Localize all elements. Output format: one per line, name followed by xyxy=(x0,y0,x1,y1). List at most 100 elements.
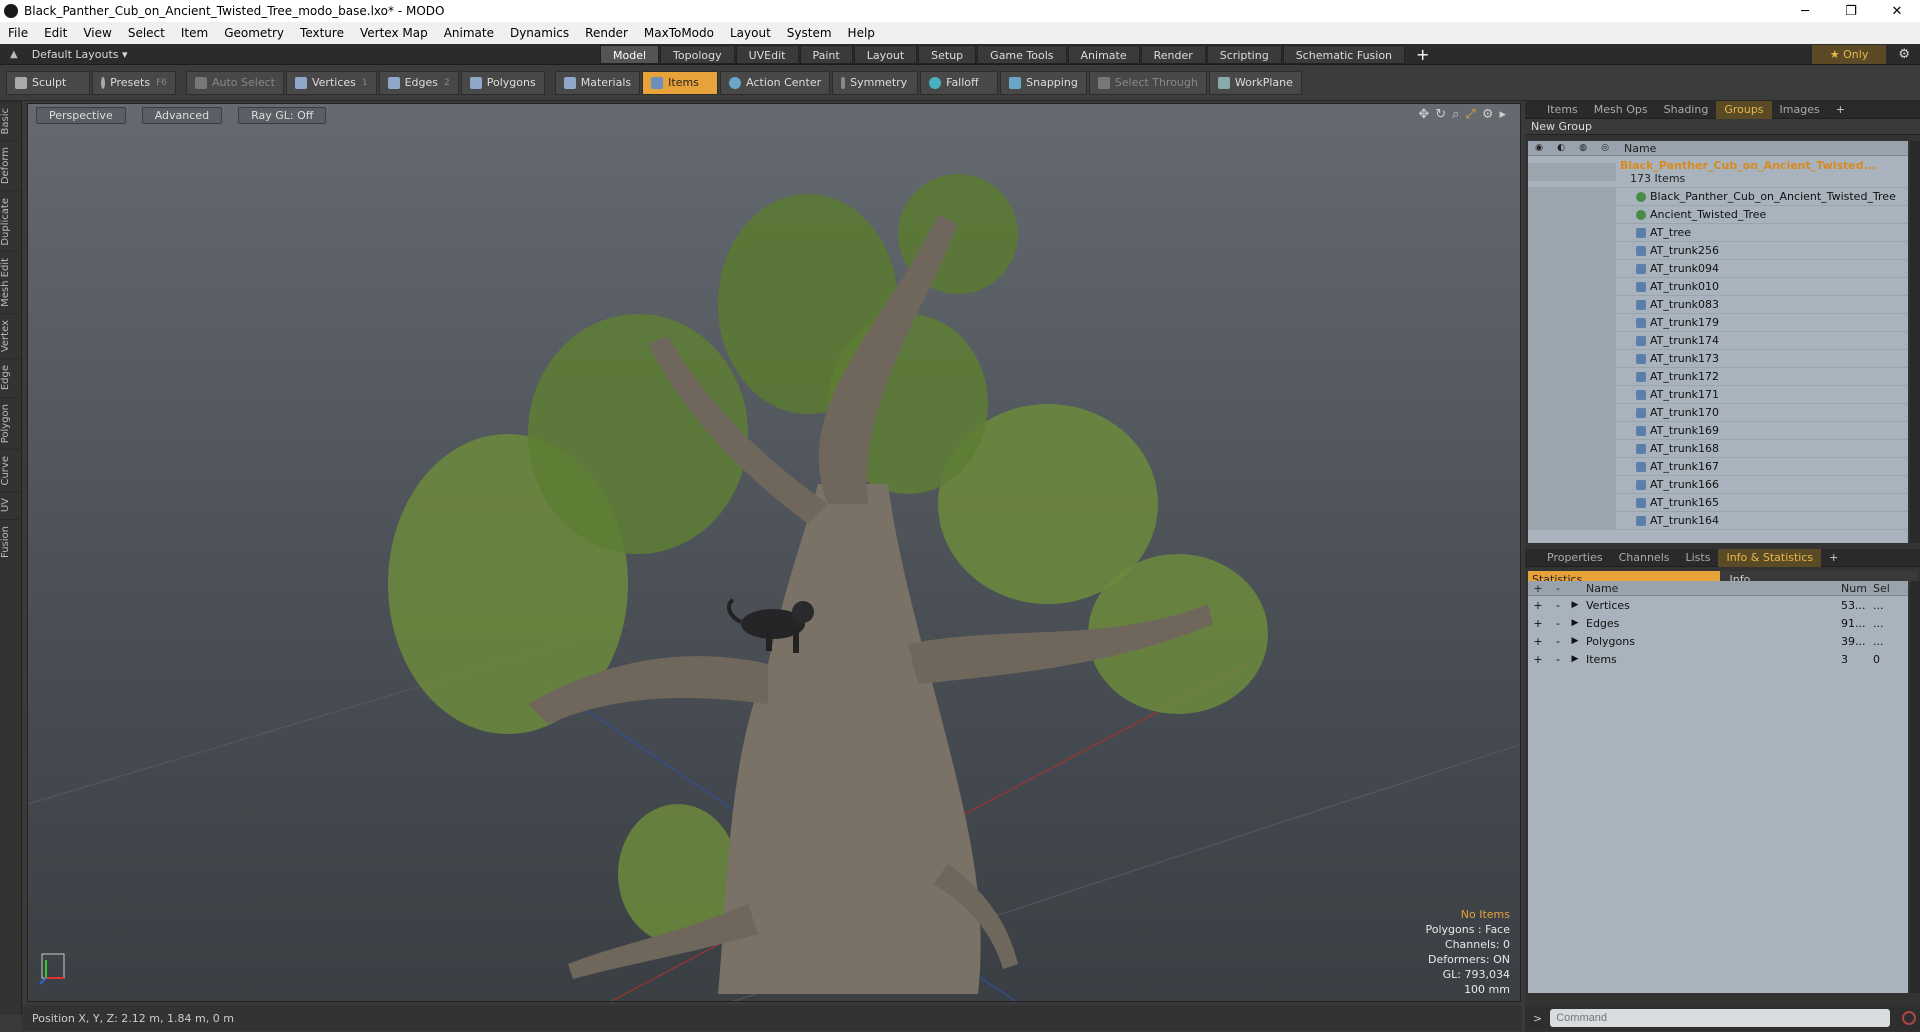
menu-layout[interactable]: Layout xyxy=(722,26,779,40)
stat-sel-header[interactable]: Sel xyxy=(1869,582,1899,595)
vertices-button[interactable]: Vertices 1 xyxy=(285,70,377,95)
gear-icon[interactable]: ⚙ xyxy=(1898,47,1910,62)
tab-topology[interactable]: Topology xyxy=(660,44,735,64)
group-list-item[interactable]: AT_trunk171 xyxy=(1528,385,1908,404)
collapse-up-icon[interactable]: ▲ xyxy=(10,49,18,60)
expand-plus-icon[interactable]: + xyxy=(1528,617,1548,630)
record-icon[interactable] xyxy=(1902,1011,1917,1025)
expand-arrow-icon[interactable]: ▶ xyxy=(1568,618,1582,628)
items-button[interactable]: Items xyxy=(642,70,719,95)
tab-schematic-fusion[interactable]: Schematic Fusion xyxy=(1282,44,1406,64)
menu-edit[interactable]: Edit xyxy=(36,26,75,40)
pan-icon[interactable]: ✥ xyxy=(1418,107,1429,122)
action-center-button[interactable]: Action Center xyxy=(720,70,831,95)
tab-lists[interactable]: Lists xyxy=(1678,549,1719,567)
default-layouts-dropdown[interactable]: Default Layouts ▾ xyxy=(32,48,128,61)
group-list-item[interactable]: AT_trunk256 xyxy=(1528,241,1908,260)
collapse-minus-icon[interactable]: - xyxy=(1548,599,1568,612)
tab-shading[interactable]: Shading xyxy=(1656,101,1717,119)
menu-system[interactable]: System xyxy=(779,26,840,40)
group-list-item[interactable]: AT_trunk094 xyxy=(1528,259,1908,278)
collapse-all-header[interactable]: - xyxy=(1548,582,1568,595)
collapse-minus-icon[interactable]: - xyxy=(1548,617,1568,630)
menu-texture[interactable]: Texture xyxy=(292,26,352,40)
group-list-item[interactable]: AT_trunk164 xyxy=(1528,511,1908,530)
expand-plus-icon[interactable]: + xyxy=(1528,653,1548,666)
tab-layout[interactable]: Layout xyxy=(853,44,918,64)
group-list-item[interactable]: Black_Panther_Cub_on_Ancient_Twisted_Tre… xyxy=(1528,187,1908,206)
stat-num-header[interactable]: Num xyxy=(1839,582,1869,595)
tab-info-statistics[interactable]: Info & Statistics xyxy=(1718,548,1822,567)
collapse-minus-icon[interactable]: - xyxy=(1548,635,1568,648)
menu-maxtomodo[interactable]: MaxToModo xyxy=(636,26,722,40)
edges-button[interactable]: Edges 2 xyxy=(378,70,459,95)
stat-row-polygons[interactable]: + - ▶ Polygons 39...... xyxy=(1528,632,1908,650)
tab-paint[interactable]: Paint xyxy=(799,44,853,64)
group-list-item[interactable]: AT_trunk083 xyxy=(1528,295,1908,314)
group-list-item[interactable]: AT_trunk165 xyxy=(1528,493,1908,512)
group-list-item[interactable]: AT_trunk170 xyxy=(1528,403,1908,422)
viewport-settings-icon[interactable]: ⚙ xyxy=(1482,107,1494,122)
raygl-toggle[interactable]: Ray GL: Off xyxy=(238,107,327,124)
lefttab-fusion[interactable]: Fusion xyxy=(0,518,22,564)
stat-row-vertices[interactable]: + - ▶ Vertices 53...... xyxy=(1528,596,1908,614)
group-list-item[interactable]: AT_tree xyxy=(1528,223,1908,242)
presets-button[interactable]: Presets F6 xyxy=(92,70,176,95)
advanced-dropdown[interactable]: Advanced xyxy=(141,107,223,124)
tab-channels[interactable]: Channels xyxy=(1611,549,1678,567)
group-list-item[interactable]: Ancient_Twisted_Tree xyxy=(1528,205,1908,224)
tab-items[interactable]: Items xyxy=(1539,101,1586,119)
tab-scripting[interactable]: Scripting xyxy=(1206,44,1282,64)
select-through-button[interactable]: Select Through xyxy=(1088,70,1207,95)
group-list-item[interactable]: AT_trunk173 xyxy=(1528,349,1908,368)
minimize-icon[interactable]: ─ xyxy=(1782,0,1828,22)
tab-setup[interactable]: Setup xyxy=(918,44,977,64)
tab-uvedit[interactable]: UVEdit xyxy=(735,44,799,64)
tab-groups[interactable]: Groups xyxy=(1716,100,1772,119)
stat-name-header[interactable]: Name xyxy=(1582,582,1839,595)
stat-row-items[interactable]: + - ▶ Items 3 0 xyxy=(1528,650,1908,668)
menu-geometry[interactable]: Geometry xyxy=(216,26,292,40)
group-list-item[interactable]: AT_trunk174 xyxy=(1528,331,1908,350)
expand-plus-icon[interactable]: + xyxy=(1528,599,1548,612)
expand-arrow-icon[interactable]: ▶ xyxy=(1568,600,1582,610)
menu-animate[interactable]: Animate xyxy=(436,26,502,40)
tab-animate[interactable]: Animate xyxy=(1067,44,1140,64)
add-tab-icon[interactable]: + xyxy=(1416,45,1429,64)
lefttab-vertex[interactable]: Vertex xyxy=(0,313,22,359)
add-info-tab-icon[interactable]: + xyxy=(1821,549,1846,567)
command-input[interactable] xyxy=(1550,1009,1891,1027)
tab-model[interactable]: Model xyxy=(600,44,660,64)
tab-game-tools[interactable]: Game Tools xyxy=(977,44,1067,64)
stat-row-edges[interactable]: + - ▶ Edges 91...... xyxy=(1528,614,1908,632)
menu-view[interactable]: View xyxy=(75,26,119,40)
viewport-menu-icon[interactable]: ▸ xyxy=(1499,107,1506,122)
expand-arrow-icon[interactable]: ▶ xyxy=(1568,636,1582,646)
menu-select[interactable]: Select xyxy=(120,26,173,40)
group-list-item[interactable]: AT_trunk168 xyxy=(1528,439,1908,458)
lock-icon[interactable]: ◍ xyxy=(1572,143,1594,153)
collapse-minus-icon[interactable]: - xyxy=(1548,653,1568,666)
add-panel-tab-icon[interactable]: + xyxy=(1828,101,1853,119)
lefttab-polygon[interactable]: Polygon xyxy=(0,396,22,449)
tab-images[interactable]: Images xyxy=(1772,101,1828,119)
lefttab-duplicate[interactable]: Duplicate xyxy=(0,190,22,252)
tab-render[interactable]: Render xyxy=(1140,44,1206,64)
expand-arrow-icon[interactable]: ▶ xyxy=(1568,654,1582,664)
new-group-button[interactable]: New Group xyxy=(1525,119,1920,135)
menu-help[interactable]: Help xyxy=(840,26,883,40)
close-icon[interactable]: ✕ xyxy=(1874,0,1920,22)
group-list-item[interactable]: AT_trunk166 xyxy=(1528,475,1908,494)
group-list-scrollbar[interactable] xyxy=(1910,141,1920,543)
tab-properties[interactable]: Properties xyxy=(1539,549,1611,567)
falloff-button[interactable]: Falloff xyxy=(920,70,999,95)
group-list-item[interactable]: AT_trunk172 xyxy=(1528,367,1908,386)
menu-render[interactable]: Render xyxy=(577,26,636,40)
group-list-item[interactable]: AT_trunk179 xyxy=(1528,313,1908,332)
group-list-item[interactable]: AT_trunk167 xyxy=(1528,457,1908,476)
perspective-dropdown[interactable]: Perspective xyxy=(36,107,126,124)
polygons-button[interactable]: Polygons xyxy=(460,70,545,95)
group-list-item[interactable]: AT_trunk010 xyxy=(1528,277,1908,296)
materials-button[interactable]: Materials xyxy=(554,70,641,95)
rotate-icon[interactable]: ↻ xyxy=(1435,107,1446,122)
